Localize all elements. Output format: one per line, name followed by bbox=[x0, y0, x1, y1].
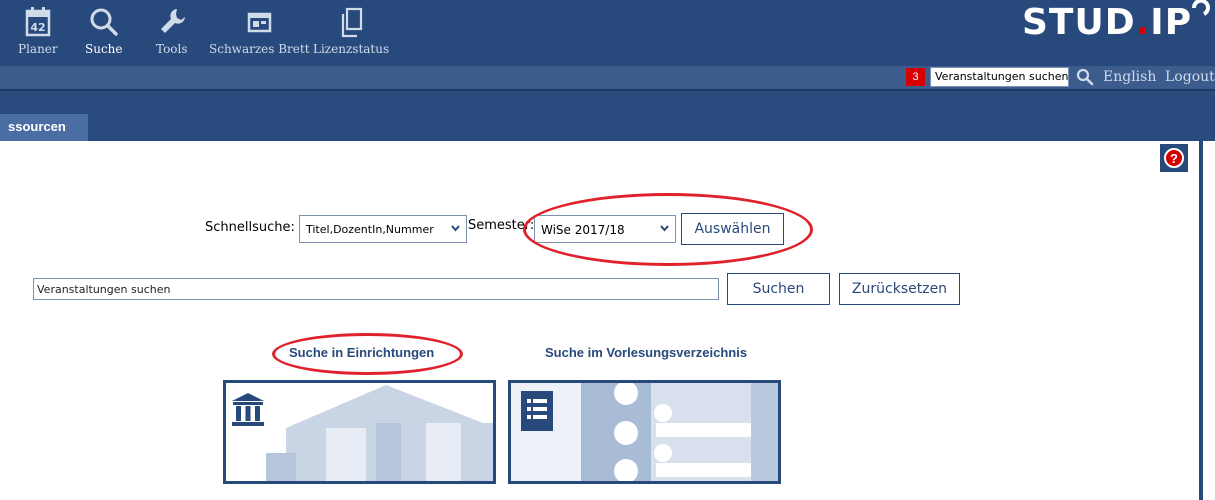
tab-ressourcen[interactable]: ssourcen bbox=[0, 114, 88, 141]
highlight-ellipse-semester bbox=[523, 193, 813, 266]
nav-label-schwarzes-brett: Schwarzes Brett bbox=[209, 42, 310, 56]
chevron-down-icon bbox=[451, 225, 460, 232]
help-icon: ? bbox=[1164, 148, 1184, 168]
nav-item-schwarzes-brett[interactable]: Schwarzes Brett bbox=[209, 6, 310, 56]
language-switch-link[interactable]: English bbox=[1103, 69, 1156, 85]
search-course-catalog-link[interactable]: Suche im Vorlesungsverzeichnis bbox=[545, 345, 747, 360]
calendar-icon: 42 bbox=[25, 7, 51, 37]
help-button[interactable]: ? bbox=[1160, 144, 1188, 172]
course-search-input[interactable]: Veranstaltungen suchen bbox=[33, 278, 719, 300]
nav-item-tools[interactable]: Tools bbox=[156, 6, 188, 56]
search-button[interactable]: Suchen bbox=[727, 273, 830, 305]
logo-text-right: IP bbox=[1150, 2, 1193, 43]
quick-search-label: Schnellsuche: bbox=[205, 220, 295, 235]
nav-label-suche: Suche bbox=[85, 42, 123, 56]
nav-item-lizenzstatus[interactable]: Lizenzstatus bbox=[313, 6, 389, 56]
course-catalog-tile[interactable] bbox=[508, 380, 781, 484]
nav-label-lizenzstatus: Lizenzstatus bbox=[313, 42, 390, 56]
tab-bar: ssourcen bbox=[0, 91, 1215, 141]
logout-link[interactable]: Logout bbox=[1165, 69, 1215, 85]
right-sidebar-edge bbox=[1199, 141, 1203, 500]
document-copy-icon bbox=[341, 7, 363, 38]
notification-badge[interactable]: 3 bbox=[906, 68, 925, 86]
logo-dot: . bbox=[1135, 2, 1151, 43]
logo-text-left: STUD bbox=[1022, 2, 1136, 43]
logo-swoosh-icon bbox=[1192, 0, 1210, 16]
search-icon bbox=[90, 8, 118, 36]
wrench-icon bbox=[160, 9, 185, 33]
tab-bar-background bbox=[0, 91, 1215, 139]
reset-button[interactable]: Zurücksetzen bbox=[839, 273, 960, 305]
bulletin-board-icon bbox=[248, 12, 272, 33]
highlight-ellipse-institutions bbox=[272, 333, 463, 375]
institutions-tile[interactable] bbox=[223, 380, 496, 484]
quick-search-input[interactable]: Veranstaltungen suchen bbox=[930, 67, 1069, 87]
list-document-icon bbox=[521, 391, 553, 431]
institution-building-icon bbox=[232, 393, 264, 426]
institutions-tile-graphic bbox=[226, 383, 493, 481]
studip-logo[interactable]: STUD.IP bbox=[1022, 0, 1215, 52]
quick-search-icon[interactable] bbox=[1076, 68, 1094, 86]
nav-item-suche[interactable]: Suche bbox=[85, 6, 123, 56]
quick-search-select[interactable]: Titel,DozentIn,Nummer bbox=[299, 215, 467, 243]
nav-label-planer: Planer bbox=[18, 42, 58, 56]
nav-label-tools: Tools bbox=[156, 42, 188, 56]
nav-item-planer[interactable]: 42 Planer bbox=[18, 6, 58, 56]
svg-text:42: 42 bbox=[30, 21, 45, 34]
quick-search-select-value: Titel,DozentIn,Nummer bbox=[306, 223, 434, 236]
